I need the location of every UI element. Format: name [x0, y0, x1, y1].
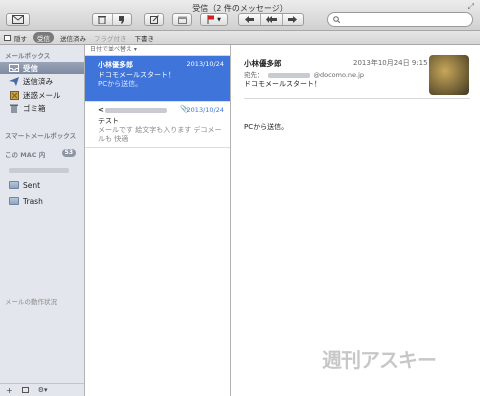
- hide-label: 隠す: [14, 34, 27, 43]
- flag-button[interactable]: ▼: [200, 13, 228, 26]
- forward-button[interactable]: [281, 14, 303, 25]
- gear-icon[interactable]: ⚙▾: [38, 386, 48, 394]
- message-subject: ドコモメールスタート！: [98, 71, 175, 79]
- archive-button[interactable]: [172, 13, 192, 26]
- message-sender: 小林優多郎: [98, 61, 133, 69]
- chevron-down-icon: ▼: [217, 16, 221, 23]
- sidebar-item-hidden-account[interactable]: [0, 164, 84, 176]
- redacted-recipient: [267, 72, 310, 78]
- smart-mailboxes-header: スマートメールボックス: [5, 132, 77, 140]
- edit-icon: [149, 15, 159, 24]
- sender-avatar: [429, 55, 469, 95]
- reply-all-button[interactable]: [260, 14, 281, 25]
- inbox-icon: [9, 63, 19, 73]
- folder-icon: [9, 180, 19, 190]
- junk-mailbox-icon: [9, 90, 19, 100]
- sidebar-item-trash-folder[interactable]: Trash: [0, 195, 84, 207]
- delete-junk-group: [92, 13, 132, 26]
- message-from: 小林優多郎: [244, 59, 282, 68]
- reply-group: [238, 13, 304, 26]
- flag-icon: [207, 15, 215, 24]
- favorite-drafts[interactable]: 下書き: [131, 32, 159, 43]
- watermark-logo: 週刊アスキー: [322, 348, 437, 372]
- mailbox-sidebar: メールボックス 受信 送信済み 迷惑メール ゴミ箱 スマートメールボックス この…: [0, 45, 85, 396]
- sidebar-item-label: ゴミ箱: [23, 103, 46, 113]
- add-mailbox-button[interactable]: +: [6, 386, 13, 395]
- forward-icon: [288, 16, 298, 23]
- message-row[interactable]: < 📎 2013/10/24 テスト メールです 絵文字も入ります デコメールも…: [85, 102, 230, 148]
- to-domain[interactable]: @docomo.ne.jp: [314, 71, 365, 79]
- new-note-button[interactable]: [144, 13, 164, 26]
- mailboxes-header: メールボックス: [5, 52, 51, 60]
- sidebar-item-junk[interactable]: 迷惑メール: [0, 89, 84, 101]
- reply-icon: [245, 16, 255, 23]
- message-body[interactable]: PCから送信。: [244, 122, 288, 132]
- folder-icon: [9, 196, 19, 206]
- sidebar-item-sent-folder[interactable]: Sent: [0, 179, 84, 191]
- envelope-icon: [12, 15, 24, 24]
- sidebar-item-label: 迷惑メール: [23, 90, 61, 100]
- on-my-mac-header[interactable]: この MAC 内: [5, 149, 45, 159]
- redacted-account-name: [9, 167, 69, 173]
- favorite-flagged[interactable]: フラグ付き: [90, 32, 131, 43]
- message-row[interactable]: 小林優多郎 2013/10/24 ドコモメールスタート！ PCから送信。: [85, 56, 230, 102]
- message-subject-header: ドコモメールスタート！: [244, 80, 321, 88]
- sidebar-toggle-icon: [4, 34, 11, 41]
- archive-icon: [177, 16, 187, 24]
- window-toolbar: 受信（2 件のメッセージ） ⤢ ▼: [0, 0, 480, 31]
- sidebar-item-inbox[interactable]: 受信: [0, 62, 84, 74]
- reply-all-icon: [265, 16, 277, 23]
- show-activity-button[interactable]: [21, 387, 29, 393]
- trash-icon: [98, 16, 107, 24]
- message-datetime: 2013年10月24日 9:15: [353, 59, 428, 67]
- header-divider: [244, 98, 470, 99]
- sidebar-bottom-bar: + ⚙▾: [0, 383, 84, 396]
- sidebar-item-trash[interactable]: ゴミ箱: [0, 102, 84, 114]
- compose-button[interactable]: [6, 13, 30, 26]
- to-label: 宛先：: [244, 71, 264, 79]
- redacted-sender: [105, 108, 167, 113]
- trash-icon: [9, 103, 19, 113]
- sidebar-item-sent[interactable]: 送信済み: [0, 75, 84, 87]
- unread-count-badge: 53: [61, 149, 76, 157]
- thumbs-down-icon: [118, 15, 124, 24]
- search-field[interactable]: [327, 12, 473, 27]
- search-input[interactable]: [343, 14, 469, 25]
- message-preview: メールです 絵文字も入ります デコメールも 快適: [98, 126, 222, 143]
- sort-button[interactable]: 日付で並べ替え ▾: [85, 45, 230, 56]
- paper-plane-icon: [9, 76, 19, 86]
- sidebar-item-label: Trash: [23, 196, 43, 206]
- message-to-line: 宛先： @docomo.ne.jp: [244, 69, 364, 79]
- message-subject: テスト: [98, 117, 119, 125]
- favorite-inbox[interactable]: 受信: [33, 32, 54, 43]
- search-icon: [333, 16, 340, 23]
- message-preview: PCから送信。: [98, 80, 143, 88]
- delete-button[interactable]: [93, 14, 112, 25]
- hide-mailboxes-button[interactable]: 隠す: [0, 32, 31, 43]
- sidebar-item-label: Sent: [23, 180, 41, 190]
- favorites-bar: 隠す 受信 送信済み フラグ付き 下書き: [0, 31, 480, 45]
- junk-button[interactable]: [111, 14, 131, 25]
- message-sender: <: [98, 106, 104, 114]
- sidebar-item-label: 受信: [23, 63, 38, 73]
- fullscreen-icon[interactable]: ⤢: [468, 2, 474, 12]
- mail-activity-label: メールの動作状況: [5, 298, 57, 306]
- sidebar-item-label: 送信済み: [23, 76, 53, 86]
- reply-button[interactable]: [239, 14, 260, 25]
- favorite-sent[interactable]: 送信済み: [56, 32, 90, 43]
- message-date: 2013/10/24: [186, 60, 224, 68]
- message-list: 日付で並べ替え ▾ 小林優多郎 2013/10/24 ドコモメールスタート！ P…: [85, 45, 231, 396]
- message-date: 2013/10/24: [186, 106, 224, 114]
